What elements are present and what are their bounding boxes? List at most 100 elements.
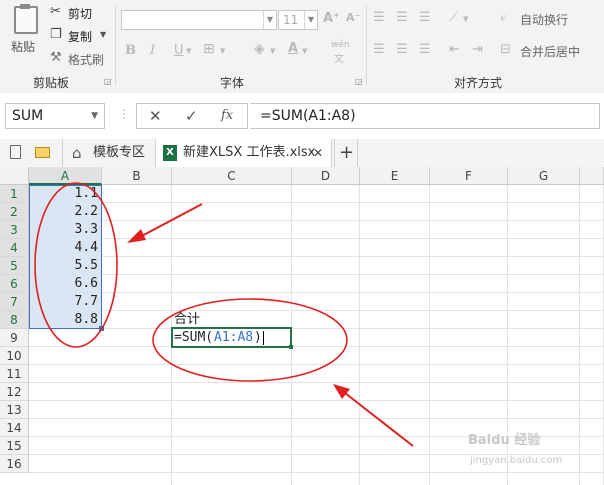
fill-handle[interactable]	[99, 326, 104, 331]
chevron-down-icon: ▼	[186, 47, 192, 55]
copy-button[interactable]: ❐ 复制 ▼	[48, 27, 108, 45]
column-header-f[interactable]: F	[430, 167, 508, 185]
font-family-select[interactable]: ▼	[121, 10, 277, 30]
row-header-15[interactable]: 15	[0, 437, 29, 455]
grid-line-horizontal	[29, 328, 604, 329]
tab-workbook[interactable]: X 新建XLSX 工作表.xlsx ✕	[155, 139, 332, 168]
new-document-icon[interactable]	[10, 145, 21, 159]
paste-icon-clip	[20, 4, 30, 9]
column-header-g[interactable]: G	[508, 167, 580, 185]
tab-template-zone[interactable]: ⌂ 模板专区	[62, 139, 153, 167]
cut-button[interactable]: ✂ 剪切	[48, 4, 108, 22]
grid-line-vertical	[359, 185, 360, 485]
paste-label: 粘贴	[11, 40, 36, 54]
row-header-10[interactable]: 10	[0, 347, 29, 365]
divider	[115, 6, 116, 86]
row-header-1[interactable]: 1	[0, 185, 29, 203]
insert-function-icon[interactable]: fx	[221, 108, 233, 123]
cancel-icon[interactable]: ✕	[149, 107, 162, 125]
close-tab-icon[interactable]: ✕	[313, 139, 323, 167]
font-color-icon[interactable]: A	[288, 41, 298, 56]
row-header-3[interactable]: 3	[0, 221, 29, 239]
grid-line-horizontal	[29, 346, 604, 347]
border-icon[interactable]: ⊞	[203, 41, 215, 57]
underline-icon[interactable]: U	[174, 43, 184, 58]
cell-a4[interactable]: 4.4	[75, 239, 98, 257]
fill-handle-c9[interactable]	[289, 345, 293, 349]
align-center-icon[interactable]: ☰	[396, 42, 408, 57]
resize-handle-icon[interactable]: ⋮	[118, 107, 130, 121]
column-header-b[interactable]: B	[102, 167, 172, 185]
add-tab-icon: +	[339, 142, 355, 163]
font-size-select[interactable]: 11 ▼	[278, 10, 318, 30]
cell-a1[interactable]: 1.1	[75, 185, 98, 203]
phonetic-glyph-icon: 文	[334, 54, 344, 65]
align-right-icon[interactable]: ☰	[419, 42, 431, 57]
row-header-12[interactable]: 12	[0, 383, 29, 401]
cell-a8[interactable]: 8.8	[75, 311, 98, 329]
row-header-14[interactable]: 14	[0, 419, 29, 437]
formula-input[interactable]: =SUM(A1:A8)	[250, 103, 600, 129]
home-icon: ⌂	[72, 144, 82, 162]
align-middle-icon[interactable]: ☰	[396, 10, 408, 25]
column-header-e[interactable]: E	[360, 167, 430, 185]
align-top-icon[interactable]: ☰	[373, 10, 385, 25]
row-header-13[interactable]: 13	[0, 401, 29, 419]
format-painter-button[interactable]: ⚒ 格式刷	[48, 50, 110, 68]
column-header-a[interactable]: A	[29, 167, 102, 185]
row-header-5[interactable]: 5	[0, 257, 29, 275]
add-tab-button[interactable]: +	[334, 139, 358, 167]
bold-icon[interactable]: B	[125, 43, 136, 58]
column-header-d[interactable]: D	[292, 167, 360, 185]
row-header-7[interactable]: 7	[0, 293, 29, 311]
paste-button[interactable]: 粘贴	[6, 4, 42, 66]
name-box-value: SUM	[12, 108, 44, 124]
row-header-6[interactable]: 6	[0, 275, 29, 293]
cell-a2[interactable]: 2.2	[75, 203, 98, 221]
name-box[interactable]: SUM ▼	[5, 103, 105, 129]
grid-line-horizontal	[29, 202, 604, 203]
row-header-9[interactable]: 9	[0, 329, 29, 347]
grid-line-vertical	[579, 185, 580, 485]
increase-indent-icon[interactable]: ⇥	[472, 42, 483, 57]
row-header-16[interactable]: 16	[0, 455, 29, 473]
wrap-text-button[interactable]: ⤶ 自动换行	[500, 10, 600, 28]
shrink-font-icon[interactable]: A⁻	[346, 11, 360, 24]
italic-icon[interactable]: I	[150, 43, 155, 58]
merge-center-button[interactable]: ⊟ 合并后居中	[500, 42, 604, 60]
clipboard-launcher-icon[interactable]: ◲	[104, 77, 112, 86]
grid-line-horizontal	[29, 292, 604, 293]
chevron-down-icon: ▼	[270, 47, 276, 55]
align-left-icon[interactable]: ☰	[373, 42, 385, 57]
column-header-c[interactable]: C	[172, 167, 292, 185]
cell-a6[interactable]: 6.6	[75, 275, 98, 293]
row-header-8[interactable]: 8	[0, 311, 29, 329]
align-bottom-icon[interactable]: ☰	[419, 10, 431, 25]
worksheet-grid[interactable]: ABCDEFG 1 2 3 4 5 6 7 8 9 10 11 12 13 14 15 16 1.1 2.2 3.…	[0, 167, 604, 485]
phonetic-icon[interactable]: wén	[331, 40, 350, 50]
folder-icon[interactable]	[35, 147, 50, 158]
enter-icon[interactable]: ✓	[185, 107, 198, 125]
font-launcher-icon[interactable]: ◲	[355, 77, 363, 86]
row-header-11[interactable]: 11	[0, 365, 29, 383]
select-all-corner[interactable]	[0, 167, 29, 185]
grow-font-icon[interactable]: A⁺	[323, 11, 340, 26]
c9-formula-range: A1:A8	[214, 330, 254, 345]
cell-a7[interactable]: 7.7	[75, 293, 98, 311]
decrease-indent-icon[interactable]: ⇤	[449, 42, 460, 57]
cell-a5[interactable]: 5.5	[75, 257, 98, 275]
tab-template-label: 模板专区	[93, 145, 146, 160]
cell-a3[interactable]: 3.3	[75, 221, 98, 239]
grid-line-vertical	[429, 185, 430, 485]
merge-cells-icon: ⊟	[500, 42, 511, 57]
formula-buttons: ✕ ✓ fx	[136, 103, 248, 129]
grid-line-horizontal	[29, 472, 604, 473]
row-header-2[interactable]: 2	[0, 203, 29, 221]
grid-line-horizontal	[29, 400, 604, 401]
format-painter-label: 格式刷	[68, 53, 105, 67]
copy-label: 复制	[68, 30, 93, 44]
cell-c9-editor[interactable]: =SUM( A1:A8 )	[171, 327, 292, 348]
orientation-icon[interactable]: ⟋	[449, 10, 458, 25]
fill-color-icon[interactable]: ◈	[254, 41, 265, 57]
row-header-4[interactable]: 4	[0, 239, 29, 257]
